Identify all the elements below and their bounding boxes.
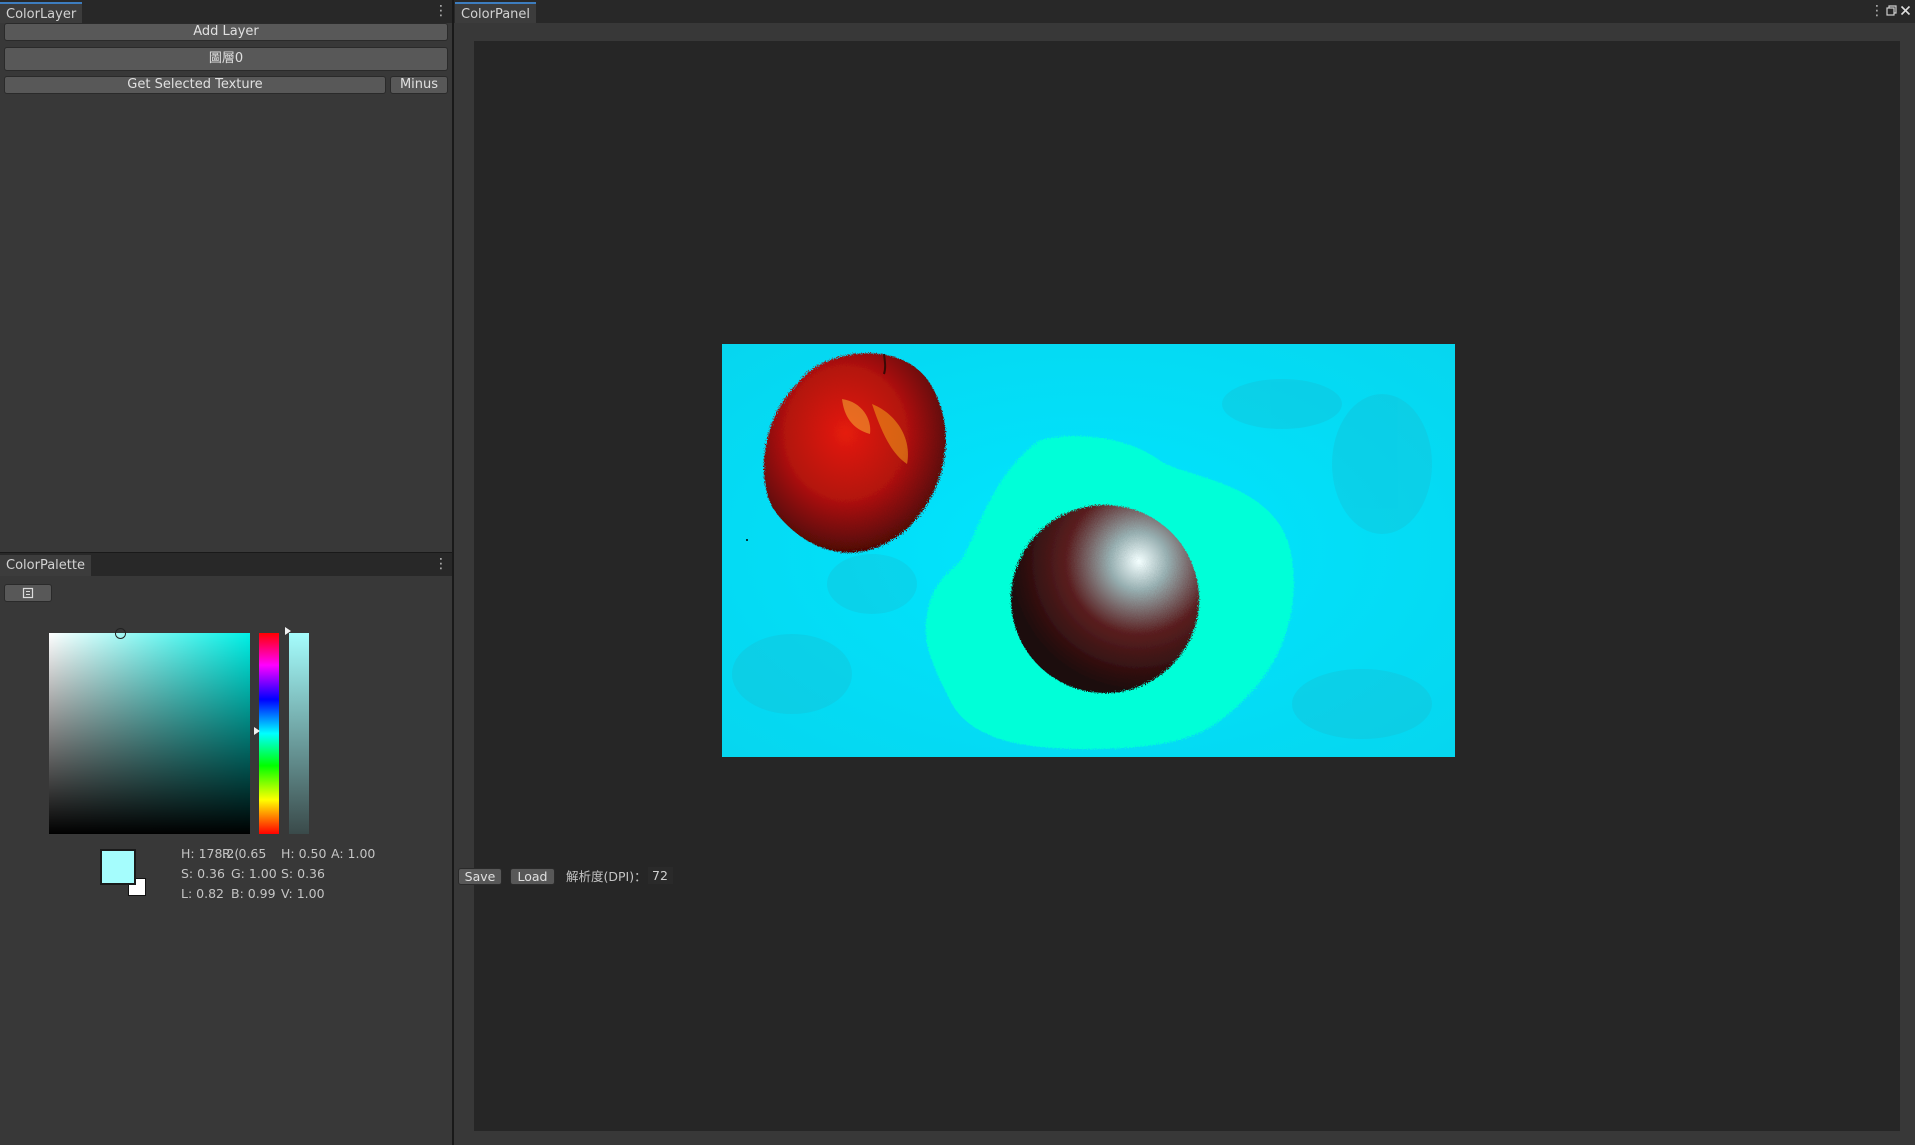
layer-item-0[interactable]: 圖層0 (4, 47, 448, 71)
dpi-input[interactable] (648, 867, 673, 884)
kebab-menu-icon[interactable]: ⋮ (434, 555, 448, 573)
dpi-label: 解析度(DPI)： (566, 869, 647, 884)
tab-color-layer[interactable]: ColorLayer (0, 2, 83, 23)
sv-picker-handle[interactable] (115, 628, 126, 639)
g-value: G: 1.00 (231, 866, 277, 881)
hue-slider-handle[interactable] (254, 727, 260, 735)
value-slider-handle[interactable] (285, 627, 291, 635)
palette-mode-icon (22, 587, 34, 599)
tab-color-panel[interactable]: ColorPanel (455, 2, 537, 23)
s-hsl-value: S: 0.36 (181, 866, 225, 881)
b-value: B: 0.99 (231, 886, 276, 901)
r-value: R: 0.65 (222, 846, 267, 861)
paint-canvas[interactable] (722, 344, 1455, 757)
s-hsv-value: S: 0.36 (281, 866, 325, 881)
palette-mode-button[interactable] (4, 584, 52, 602)
color-panel-tabbar: ColorPanel ⋮ (454, 0, 1915, 23)
color-layer-panel: ColorLayer ⋮ Add Layer 圖層0 Get Selected … (0, 0, 452, 552)
painting-illustration (722, 344, 1455, 757)
tab-color-palette[interactable]: ColorPalette (0, 555, 91, 576)
a-value: A: 1.00 (331, 846, 376, 861)
close-icon[interactable] (1900, 5, 1911, 16)
value-slider[interactable] (289, 633, 309, 834)
load-button[interactable]: Load (510, 868, 555, 885)
maximize-icon[interactable] (1886, 5, 1897, 16)
color-layer-tabbar: ColorLayer ⋮ (0, 0, 452, 23)
saturation-value-picker[interactable] (49, 633, 250, 834)
minus-button[interactable]: Minus (390, 76, 448, 94)
kebab-menu-icon[interactable]: ⋮ (1870, 2, 1884, 20)
save-button[interactable]: Save (458, 868, 502, 885)
get-selected-texture-button[interactable]: Get Selected Texture (4, 76, 386, 94)
add-layer-button[interactable]: Add Layer (4, 23, 448, 41)
color-palette-tabbar: ColorPalette ⋮ (0, 553, 452, 576)
color-panel: ColorPanel ⋮ Save Load 解析度(DPI)： 72 (454, 0, 1915, 1145)
color-palette-panel: ColorPalette ⋮ H: 178.2( R: 0.65 H: 0.50… (0, 553, 452, 1145)
v-value: V: 1.00 (281, 886, 325, 901)
hue-slider[interactable] (259, 633, 279, 834)
primary-color-swatch[interactable] (100, 849, 136, 885)
l-value: L: 0.82 (181, 886, 224, 901)
h-value: H: 0.50 (281, 846, 327, 861)
kebab-menu-icon[interactable]: ⋮ (434, 2, 448, 20)
